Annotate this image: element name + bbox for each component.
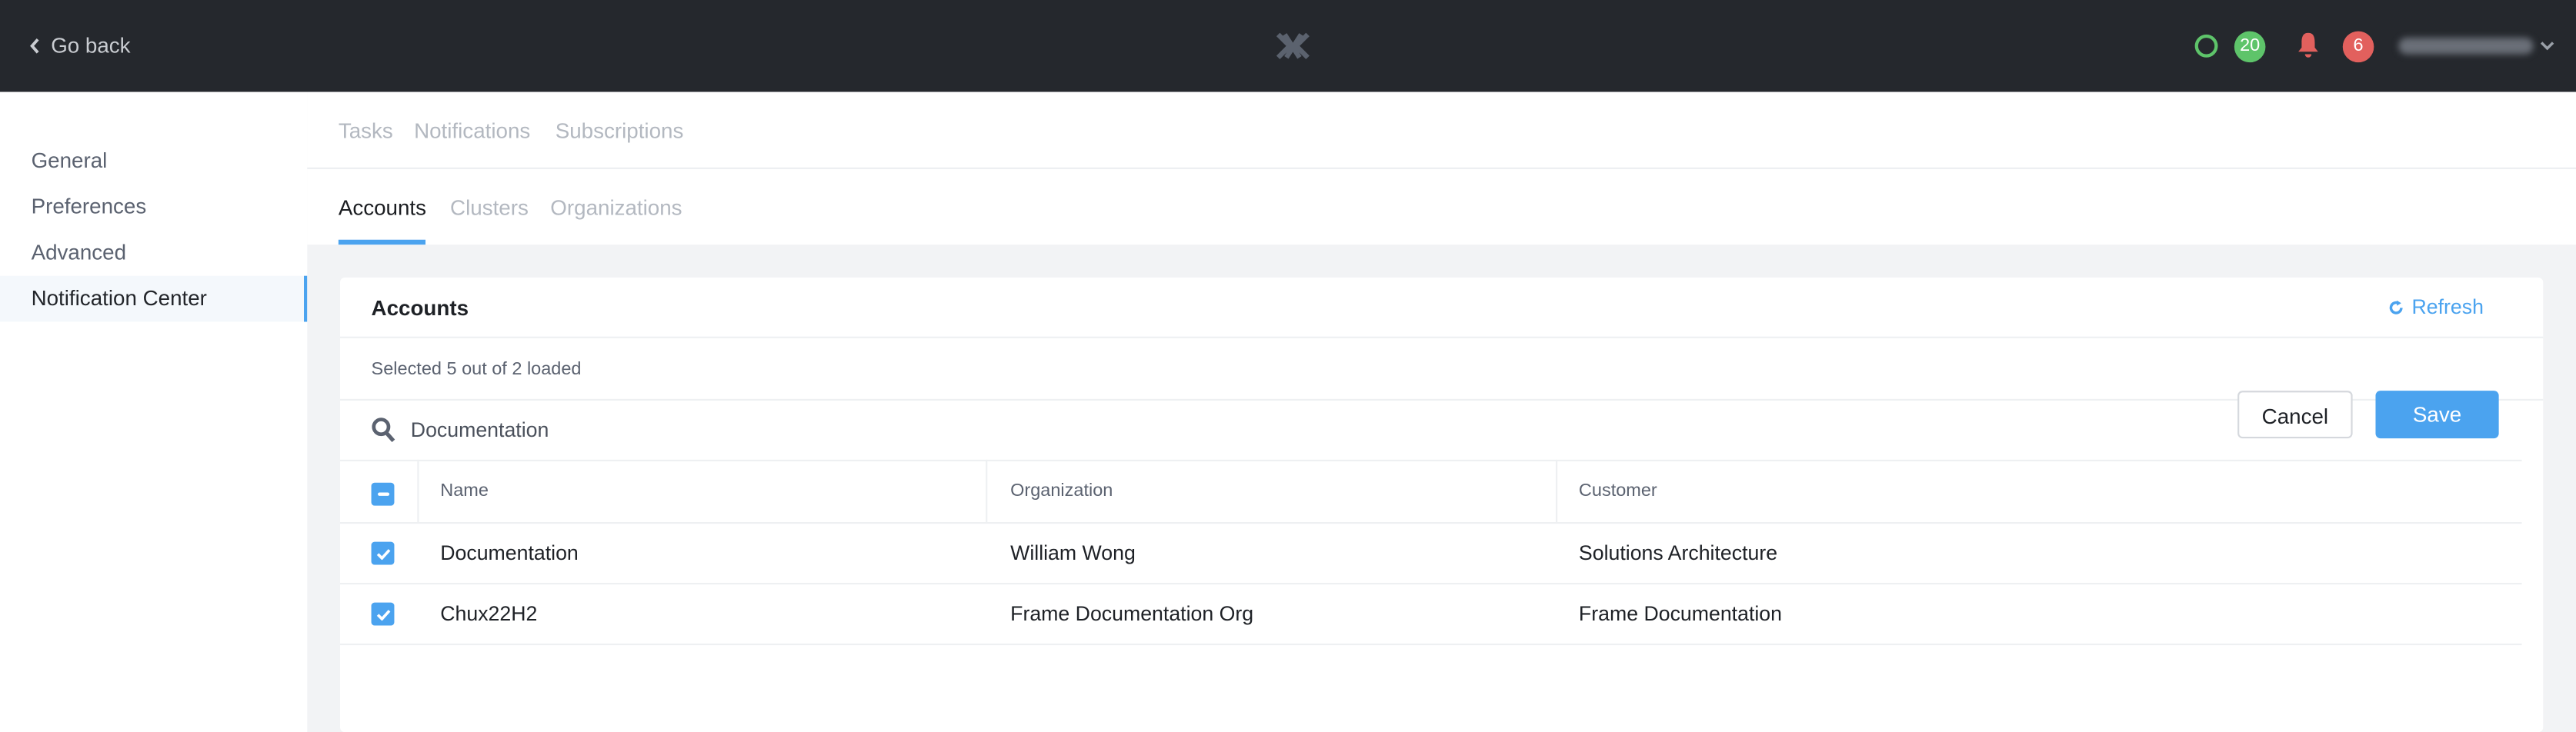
user-name-blurred[interactable] bbox=[2398, 38, 2534, 55]
search-icon bbox=[372, 418, 395, 443]
cell-organization: William Wong bbox=[1010, 541, 1136, 565]
primary-tabs: Tasks Notifications Subscriptions bbox=[307, 92, 2576, 169]
select-all-checkbox[interactable] bbox=[371, 482, 395, 506]
check-icon bbox=[375, 609, 390, 621]
chevron-left-icon bbox=[30, 37, 39, 53]
top-bar: Go back 20 6 bbox=[0, 0, 2576, 92]
tab-clusters[interactable]: Clusters bbox=[450, 195, 529, 220]
sidebar-item-preferences[interactable]: Preferences bbox=[0, 184, 307, 230]
refresh-icon bbox=[2389, 299, 2403, 314]
logo-icon bbox=[1276, 32, 1310, 59]
tasks-count-badge[interactable]: 20 bbox=[2234, 31, 2266, 63]
refresh-label: Refresh bbox=[2411, 295, 2484, 319]
secondary-tabs: Accounts Clusters Organizations bbox=[307, 168, 2576, 245]
tab-tasks[interactable]: Tasks bbox=[339, 118, 393, 143]
row-checkbox[interactable] bbox=[371, 541, 395, 565]
column-header-organization[interactable]: Organization bbox=[1010, 481, 1113, 501]
chevron-down-icon[interactable] bbox=[2540, 41, 2554, 51]
selection-status: Selected 5 out of 2 loaded bbox=[371, 359, 582, 380]
sidebar-item-general[interactable]: General bbox=[0, 138, 307, 184]
cancel-button[interactable]: Cancel bbox=[2237, 391, 2353, 439]
sidebar-item-advanced[interactable]: Advanced bbox=[0, 230, 307, 276]
cell-customer: Frame Documentation bbox=[1578, 602, 1782, 626]
go-back-link[interactable]: Go back bbox=[29, 32, 131, 58]
sidebar: General Preferences Advanced Notificatio… bbox=[0, 92, 308, 732]
status-ring-icon[interactable] bbox=[2194, 34, 2218, 58]
go-back-label: Go back bbox=[51, 32, 131, 58]
sidebar-item-notification-center[interactable]: Notification Center bbox=[0, 275, 308, 322]
column-header-name[interactable]: Name bbox=[440, 481, 489, 501]
notification-count-badge[interactable]: 6 bbox=[2342, 31, 2374, 63]
active-tab-underline bbox=[338, 239, 426, 245]
cell-name: Documentation bbox=[440, 541, 579, 565]
card-title: Accounts bbox=[371, 295, 469, 321]
column-header-customer[interactable]: Customer bbox=[1579, 481, 1657, 501]
cell-name: Chux22H2 bbox=[440, 602, 538, 626]
check-icon bbox=[375, 548, 390, 560]
tab-organizations[interactable]: Organizations bbox=[550, 195, 682, 220]
cell-organization: Frame Documentation Org bbox=[1010, 602, 1254, 626]
bell-icon[interactable] bbox=[2297, 32, 2320, 59]
save-button[interactable]: Save bbox=[2375, 391, 2499, 439]
accounts-card: Accounts Refresh Selected 5 out of 2 loa… bbox=[339, 277, 2544, 732]
row-checkbox[interactable] bbox=[371, 602, 395, 626]
tab-accounts[interactable]: Accounts bbox=[339, 195, 426, 220]
tab-subscriptions[interactable]: Subscriptions bbox=[556, 118, 684, 143]
tab-notifications[interactable]: Notifications bbox=[414, 118, 530, 143]
search-input[interactable]: Documentation bbox=[411, 418, 549, 441]
refresh-button[interactable]: Refresh bbox=[2389, 295, 2484, 318]
cell-customer: Solutions Architecture bbox=[1578, 541, 1778, 565]
